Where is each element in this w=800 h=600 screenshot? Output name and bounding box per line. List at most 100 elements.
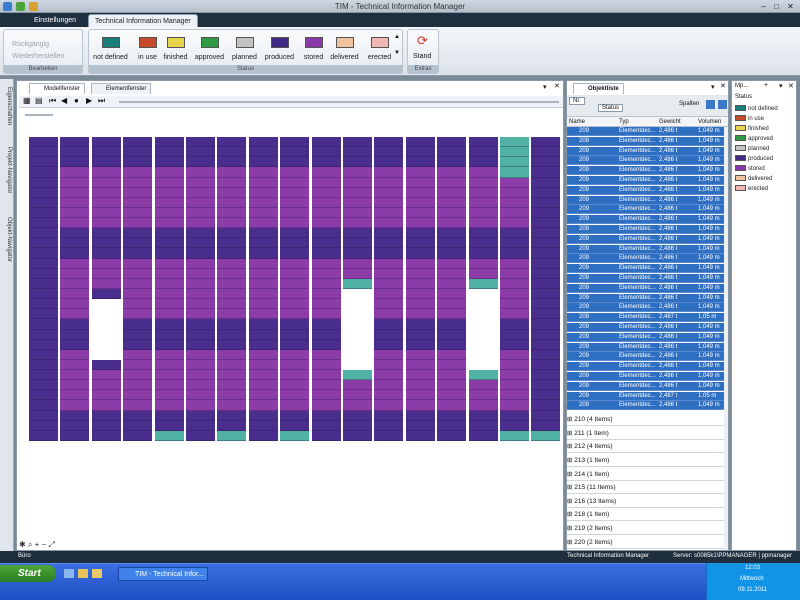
- element-cell[interactable]: [60, 329, 90, 340]
- element-cell[interactable]: [217, 157, 247, 168]
- element-cell[interactable]: [154, 197, 184, 208]
- element-cell[interactable]: [437, 207, 467, 219]
- element-cell[interactable]: [531, 430, 561, 441]
- object-row[interactable]: 209 Elementdec... 2,486 t 1,049 m: [567, 146, 725, 156]
- group-row[interactable]: ⊞ 210 (4 Items): [567, 414, 725, 427]
- element-cell[interactable]: [248, 207, 278, 219]
- element-cell[interactable]: [531, 268, 561, 279]
- status-button-finished[interactable]: finished: [157, 34, 194, 66]
- tab-objekt-navigator[interactable]: Objekt-Navigator: [2, 217, 12, 262]
- element-cell[interactable]: [437, 187, 467, 198]
- element-cell[interactable]: [280, 289, 310, 300]
- gallery-scroll-up-icon[interactable]: ▲: [394, 34, 400, 40]
- element-cell[interactable]: [248, 137, 278, 148]
- element-cell[interactable]: [60, 400, 90, 411]
- element-cell[interactable]: [468, 410, 498, 421]
- element-cell[interactable]: [91, 238, 121, 249]
- element-cell[interactable]: [468, 380, 498, 391]
- element-cell[interactable]: [500, 258, 529, 269]
- element-cell[interactable]: [186, 268, 215, 279]
- element-cell[interactable]: [154, 238, 184, 249]
- element-cell[interactable]: [500, 157, 529, 168]
- element-cell[interactable]: [437, 157, 467, 168]
- element-cell[interactable]: [248, 420, 278, 431]
- element-cell[interactable]: [500, 349, 529, 360]
- element-cell[interactable]: [405, 299, 435, 310]
- element-cell[interactable]: [60, 268, 90, 279]
- stand-button[interactable]: Stand: [413, 53, 431, 60]
- element-cell[interactable]: [437, 268, 467, 279]
- undo-button[interactable]: Rückgängig: [12, 41, 49, 48]
- object-row[interactable]: 209 Elementdec... 2,486 t 1,049 m: [567, 372, 725, 381]
- element-cell[interactable]: [186, 278, 215, 289]
- zoom-in-icon[interactable]: +: [35, 540, 40, 549]
- element-cell[interactable]: [91, 390, 121, 401]
- element-cell[interactable]: [248, 157, 278, 168]
- element-cell[interactable]: [186, 147, 215, 158]
- element-cell[interactable]: [437, 349, 467, 360]
- object-row[interactable]: 209 Elementdec... 2,486 t 1,049 m: [567, 323, 725, 332]
- element-cell[interactable]: [217, 177, 247, 188]
- element-cell[interactable]: [468, 258, 498, 269]
- element-cell[interactable]: [405, 400, 435, 411]
- element-cell[interactable]: [29, 329, 58, 340]
- element-cell[interactable]: [29, 380, 58, 391]
- element-cell[interactable]: [186, 400, 215, 411]
- element-cell[interactable]: [60, 197, 90, 208]
- element-cell[interactable]: [60, 289, 90, 300]
- element-cell[interactable]: [437, 177, 467, 188]
- element-cell[interactable]: [280, 278, 310, 289]
- element-cell[interactable]: [531, 177, 561, 188]
- status-button-planned[interactable]: planned: [226, 34, 263, 66]
- element-cell[interactable]: [311, 319, 341, 330]
- element-cell[interactable]: [60, 390, 90, 401]
- element-cell[interactable]: [123, 349, 153, 360]
- element-cell[interactable]: [437, 359, 467, 371]
- element-cell[interactable]: [248, 187, 278, 198]
- zoom-slider[interactable]: [25, 114, 53, 116]
- group-row[interactable]: ⊞ 219 (2 Items): [567, 523, 725, 535]
- element-cell[interactable]: [123, 197, 153, 208]
- tab-modellfenster[interactable]: Modellfenster: [29, 83, 86, 94]
- element-cell[interactable]: [248, 278, 278, 289]
- element-cell[interactable]: [405, 218, 435, 229]
- element-cell[interactable]: [91, 218, 121, 229]
- element-cell[interactable]: [468, 207, 498, 219]
- element-cell[interactable]: [60, 309, 90, 320]
- element-cell[interactable]: [311, 248, 341, 259]
- element-cell[interactable]: [311, 400, 341, 411]
- element-cell[interactable]: [531, 218, 561, 229]
- dropdown-icon[interactable]: ▾: [779, 82, 783, 90]
- element-cell[interactable]: [374, 299, 404, 310]
- element-cell[interactable]: [217, 268, 247, 279]
- element-cell[interactable]: [405, 157, 435, 168]
- element-cell[interactable]: [374, 339, 404, 350]
- element-cell[interactable]: [60, 187, 90, 198]
- element-cell[interactable]: [468, 167, 498, 178]
- element-cell[interactable]: [405, 207, 435, 219]
- element-cell[interactable]: [531, 238, 561, 249]
- element-cell[interactable]: [374, 319, 404, 330]
- element-cell[interactable]: [186, 167, 215, 178]
- element-cell[interactable]: [60, 248, 90, 259]
- element-cell[interactable]: [311, 309, 341, 320]
- element-cell[interactable]: [405, 359, 435, 371]
- element-cell[interactable]: [217, 228, 247, 239]
- element-cell[interactable]: [405, 278, 435, 289]
- element-cell[interactable]: [248, 390, 278, 401]
- element-cell[interactable]: [374, 359, 404, 371]
- element-cell[interactable]: [29, 410, 58, 421]
- tab-objektliste[interactable]: Objektliste: [573, 83, 624, 94]
- element-cell[interactable]: [60, 218, 90, 229]
- taskbar-item-tim[interactable]: TIM - Technical Infor...: [118, 567, 208, 581]
- element-cell[interactable]: [280, 177, 310, 188]
- element-cell[interactable]: [437, 390, 467, 401]
- element-cell[interactable]: [280, 309, 310, 320]
- element-cell[interactable]: [29, 218, 58, 229]
- element-cell[interactable]: [248, 177, 278, 188]
- element-cell[interactable]: [437, 420, 467, 431]
- element-cell[interactable]: [468, 157, 498, 168]
- element-cell[interactable]: [280, 238, 310, 249]
- element-cell[interactable]: [405, 177, 435, 188]
- element-cell[interactable]: [29, 400, 58, 411]
